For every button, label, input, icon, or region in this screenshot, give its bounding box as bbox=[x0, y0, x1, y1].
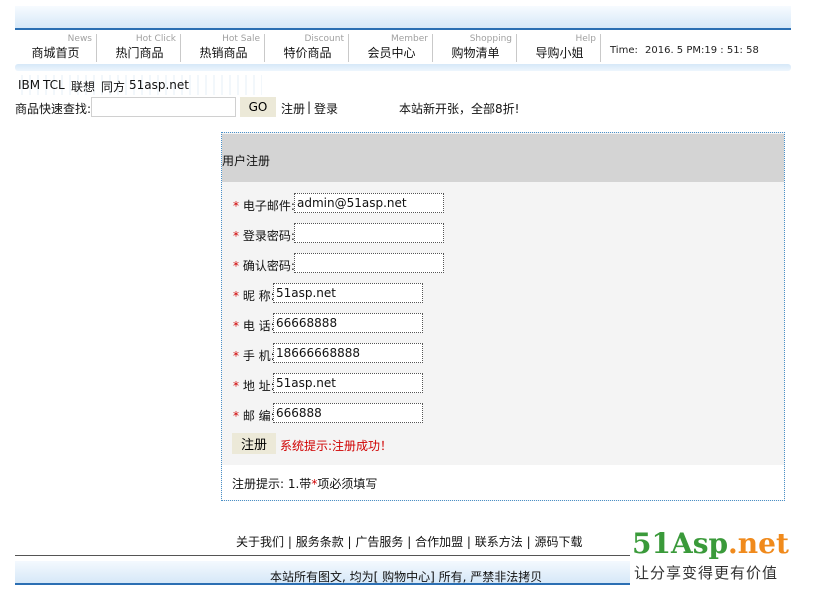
footer-separator: | bbox=[522, 535, 535, 549]
nav-item-hot-click[interactable]: Hot Click 热门商品 bbox=[99, 34, 181, 62]
phone-field[interactable] bbox=[273, 313, 423, 333]
required-mark: * bbox=[233, 379, 239, 393]
password-label: * 登录密码: bbox=[233, 227, 295, 244]
nav-item-en-label: Hot Sale bbox=[222, 34, 260, 44]
search-label: 商品快速查找: bbox=[15, 102, 92, 116]
nav-item-label: 会员中心 bbox=[367, 46, 416, 60]
required-mark: * bbox=[233, 199, 239, 213]
nickname-label: * 昵 称: bbox=[233, 287, 275, 304]
nav-item-en-label: Shopping bbox=[469, 34, 512, 44]
postcode-field[interactable] bbox=[273, 403, 423, 423]
nav-item-label: 购物清单 bbox=[451, 46, 500, 60]
footer-separator: | bbox=[463, 535, 475, 549]
address-field[interactable] bbox=[273, 373, 423, 393]
brand-link-51asp[interactable]: 51asp.net bbox=[129, 78, 189, 92]
nav-item-en-label: News bbox=[67, 34, 92, 44]
mobile-field[interactable] bbox=[273, 343, 423, 363]
password-field[interactable] bbox=[294, 223, 444, 243]
register-hint: 注册提示: 1.带*项必须填写 bbox=[232, 475, 377, 492]
nav-item-member[interactable]: Member 会员中心 bbox=[351, 34, 433, 62]
watermark-logo-part-a: 51Asp bbox=[632, 527, 729, 560]
time-value: 2016. 5 PM:19 : 51: 58 bbox=[645, 45, 759, 56]
link-separator: | bbox=[307, 100, 312, 114]
register-submit-button[interactable]: 注册 bbox=[232, 433, 276, 454]
footer-link-terms[interactable]: 服务条款 bbox=[296, 535, 344, 549]
search-input[interactable] bbox=[91, 97, 236, 117]
nav-item-discount[interactable]: Discount 特价商品 bbox=[267, 34, 349, 62]
footer-separator: | bbox=[284, 535, 296, 549]
field-label: 手 机: bbox=[242, 349, 275, 363]
nav-item-en-label: Hot Click bbox=[135, 34, 176, 44]
login-link[interactable]: 登录 bbox=[314, 100, 338, 117]
footer-link-ads[interactable]: 广告服务 bbox=[355, 535, 403, 549]
brand-link-tcl[interactable]: TCL bbox=[43, 78, 65, 92]
footer-separator: | bbox=[403, 535, 416, 549]
nav-item-label: 热销商品 bbox=[199, 46, 248, 60]
email-label: * 电子邮件: bbox=[233, 197, 295, 214]
footer-divider bbox=[15, 555, 630, 556]
field-label: 昵 称: bbox=[242, 289, 275, 303]
nav-item-label: 特价商品 bbox=[283, 46, 332, 60]
brand-link-tongfang[interactable]: 同方 bbox=[101, 78, 125, 95]
field-label: 确认密码: bbox=[242, 259, 295, 273]
copyright-text: 本站所有图文, 均为[ 购物中心] 所有, 严禁非法拷贝 bbox=[270, 570, 543, 584]
required-mark: * bbox=[233, 289, 239, 303]
postcode-label: * 邮 编: bbox=[233, 407, 275, 424]
required-mark: * bbox=[233, 259, 239, 273]
required-mark: * bbox=[233, 229, 239, 243]
nav-item-label: 导购小姐 bbox=[535, 46, 584, 60]
address-label: * 地 址: bbox=[233, 377, 275, 394]
footer-link-about[interactable]: 关于我们 bbox=[236, 535, 284, 549]
email-field[interactable] bbox=[294, 193, 444, 213]
footer-links: 关于我们 | 服务条款 | 广告服务 | 合作加盟 | 联系方法 | 源码下载 bbox=[236, 533, 582, 550]
go-button[interactable]: GO bbox=[240, 97, 276, 117]
required-mark: * bbox=[233, 319, 239, 333]
watermark-logo: 51Asp.net bbox=[632, 527, 789, 561]
nav-item-en-label: Member bbox=[390, 34, 428, 44]
required-mark: * bbox=[233, 349, 239, 363]
confirm-password-field[interactable] bbox=[294, 253, 444, 273]
brand-link-lenovo[interactable]: 联想 bbox=[71, 78, 95, 95]
watermark-logo-part-b: .net bbox=[728, 527, 789, 560]
register-panel-header bbox=[222, 134, 784, 182]
nav-item-en-label: Discount bbox=[304, 34, 344, 44]
register-panel-title: 用户注册 bbox=[222, 154, 271, 168]
nav-item-hot-sale[interactable]: Hot Sale 热销商品 bbox=[183, 34, 265, 62]
confirm-password-label: * 确认密码: bbox=[233, 257, 295, 274]
brand-link-ibm[interactable]: IBM bbox=[18, 78, 40, 92]
nav-item-help[interactable]: Help 导购小姐 bbox=[519, 34, 601, 62]
site-notice: 本站新开张，全部8折! bbox=[399, 102, 520, 116]
field-label: 电 话: bbox=[242, 319, 275, 333]
footer-link-contact[interactable]: 联系方法 bbox=[475, 535, 523, 549]
footer-link-source[interactable]: 源码下载 bbox=[534, 535, 582, 549]
register-link[interactable]: 注册 bbox=[281, 100, 305, 117]
required-mark: * bbox=[233, 409, 239, 423]
top-banner bbox=[15, 6, 791, 30]
success-message: 系统提示:注册成功！ bbox=[280, 439, 393, 453]
watermark-slogan: 让分享变得更有价值 bbox=[634, 564, 779, 582]
hint-prefix: 注册提示: 1.带 bbox=[232, 477, 312, 491]
nav-item-shopping[interactable]: Shopping 购物清单 bbox=[435, 34, 517, 62]
phone-label: * 电 话: bbox=[233, 317, 275, 334]
field-label: 邮 编: bbox=[242, 409, 275, 423]
nav-bottom-band bbox=[15, 64, 791, 71]
nav-item-home[interactable]: News 商城首页 bbox=[15, 34, 97, 62]
footer-separator: | bbox=[343, 535, 356, 549]
nav-item-label: 商城首页 bbox=[31, 46, 80, 60]
nav-item-label: 热门商品 bbox=[115, 46, 164, 60]
field-label: 地 址: bbox=[242, 379, 275, 393]
time-label: Time: bbox=[610, 45, 638, 56]
nav-item-en-label: Help bbox=[575, 34, 596, 44]
field-label: 电子邮件: bbox=[242, 199, 295, 213]
mobile-label: * 手 机: bbox=[233, 347, 275, 364]
hint-suffix: 项必须填写 bbox=[317, 477, 378, 491]
nickname-field[interactable] bbox=[273, 283, 423, 303]
field-label: 登录密码: bbox=[242, 229, 295, 243]
footer-link-partner[interactable]: 合作加盟 bbox=[415, 535, 463, 549]
